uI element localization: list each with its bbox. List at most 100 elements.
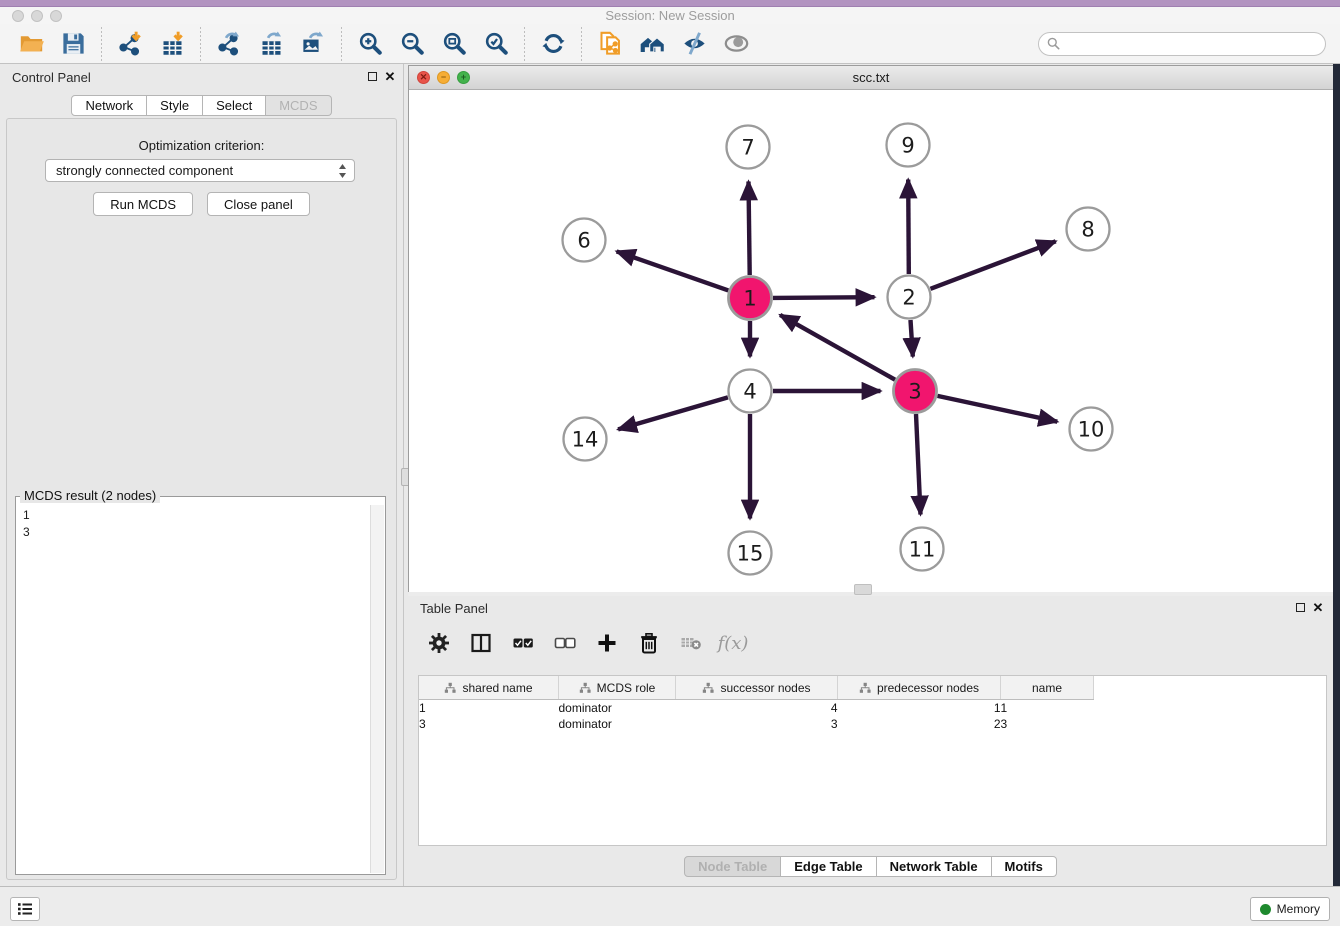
export-image-button[interactable]	[295, 27, 331, 61]
toolbar-separator	[581, 27, 582, 61]
node-15[interactable]: 15	[729, 532, 772, 575]
cell[interactable]: 4	[676, 700, 838, 717]
search-field[interactable]	[1038, 32, 1326, 56]
cell[interactable]: dominator	[559, 716, 676, 732]
column-header-MCDS-role[interactable]: MCDS role	[559, 676, 676, 700]
cell[interactable]: 3	[1001, 716, 1094, 732]
node-label: 6	[577, 229, 590, 253]
column-header-predecessor-nodes[interactable]: predecessor nodes	[838, 676, 1001, 700]
edge-2-3[interactable]	[911, 320, 913, 357]
splitter-handle-horizontal[interactable]	[854, 584, 872, 595]
import-table-button[interactable]	[154, 27, 190, 61]
edge-1-2[interactable]	[773, 297, 875, 298]
node-10[interactable]: 10	[1070, 408, 1113, 451]
task-history-button[interactable]	[10, 897, 40, 921]
column-header-shared-name[interactable]: shared name	[419, 676, 559, 700]
memory-button[interactable]: Memory	[1250, 897, 1330, 921]
zoom-fit-button[interactable]	[436, 27, 472, 61]
close-x-icon: ✕	[385, 70, 396, 83]
cell[interactable]: 3	[419, 716, 559, 732]
delete-column-trash-button[interactable]	[636, 630, 662, 656]
close-panel-button[interactable]: Close panel	[207, 192, 310, 216]
zoom-in-button[interactable]	[352, 27, 388, 61]
control-panel-tabs: NetworkStyleSelectMCDS	[0, 95, 403, 116]
tab-style[interactable]: Style	[147, 95, 203, 116]
tab-edge-table[interactable]: Edge Table	[781, 856, 876, 877]
node-1[interactable]: 1	[729, 277, 772, 320]
node-9[interactable]: 9	[887, 124, 930, 167]
search-icon	[1047, 37, 1060, 50]
table-panel-title: Table Panel	[420, 601, 488, 616]
close-x-icon: ✕	[1313, 601, 1324, 614]
import-network-button[interactable]	[112, 27, 148, 61]
node-11[interactable]: 11	[901, 528, 944, 571]
float-box-icon	[368, 72, 377, 81]
tab-select[interactable]: Select	[203, 95, 266, 116]
network-window-titlebar[interactable]: scc.txt ✕ − +	[409, 66, 1333, 90]
home-button[interactable]	[634, 27, 670, 61]
edge-1-6[interactable]	[617, 251, 729, 290]
criterion-dropdown[interactable]: strongly connected component	[45, 159, 355, 182]
tab-network[interactable]: Network	[71, 95, 147, 116]
close-table-panel-icon[interactable]: ✕	[1311, 600, 1325, 614]
node-7[interactable]: 7	[727, 126, 770, 169]
save-session-button[interactable]	[55, 27, 91, 61]
edge-2-8[interactable]	[931, 241, 1056, 288]
export-network-button[interactable]	[211, 27, 247, 61]
column-header-name[interactable]: name	[1001, 676, 1094, 700]
add-column-button[interactable]	[594, 630, 620, 656]
overview-eye-button[interactable]	[718, 27, 754, 61]
cell[interactable]: 1	[838, 700, 1001, 717]
delete-table-button[interactable]	[678, 630, 704, 656]
tab-network-table[interactable]: Network Table	[877, 856, 992, 877]
result-scrollbar[interactable]	[370, 505, 384, 873]
search-input[interactable]	[1065, 36, 1317, 52]
open-session-button[interactable]	[13, 27, 49, 61]
edge-2-9[interactable]	[908, 180, 909, 275]
network-file-button[interactable]	[592, 27, 628, 61]
edge-4-14[interactable]	[618, 397, 728, 429]
column-header-successor-nodes[interactable]: successor nodes	[676, 676, 838, 700]
node-14[interactable]: 14	[564, 418, 607, 461]
edge-3-10[interactable]	[938, 396, 1058, 422]
network-window-title: scc.txt	[409, 70, 1333, 85]
deselect-all-button[interactable]	[552, 630, 578, 656]
cell[interactable]: 1	[419, 700, 559, 717]
hide-details-button[interactable]	[676, 27, 712, 61]
node-2[interactable]: 2	[888, 276, 931, 319]
column-label: name	[1032, 681, 1062, 695]
edge-3-11[interactable]	[916, 414, 921, 515]
node-6[interactable]: 6	[563, 219, 606, 262]
toggle-panel-button[interactable]	[468, 630, 494, 656]
function-builder-fx-button[interactable]: f(x)	[720, 630, 746, 656]
cell[interactable]: 1	[1001, 700, 1094, 717]
node-8[interactable]: 8	[1067, 208, 1110, 251]
zoom-out-button[interactable]	[394, 27, 430, 61]
edge-1-7[interactable]	[749, 182, 750, 276]
network-file-icon	[597, 30, 624, 57]
run-mcds-button[interactable]: Run MCDS	[93, 192, 193, 216]
zoom-selected-button[interactable]	[478, 27, 514, 61]
mcds-result-textarea[interactable]: 13	[17, 505, 371, 873]
table-row[interactable]: 3dominator323	[419, 716, 1096, 732]
export-table-button[interactable]	[253, 27, 289, 61]
refresh-button[interactable]	[535, 27, 571, 61]
close-panel-icon[interactable]: ✕	[383, 69, 397, 83]
float-table-panel-icon[interactable]	[1293, 600, 1307, 614]
table-row[interactable]: 1dominator411	[419, 700, 1096, 717]
edge-3-1[interactable]	[780, 315, 895, 380]
tab-mcds[interactable]: MCDS	[266, 95, 331, 116]
cell[interactable]: dominator	[559, 700, 676, 717]
cell[interactable]: 2	[838, 716, 1001, 732]
tab-node-table[interactable]: Node Table	[684, 856, 781, 877]
tab-motifs[interactable]: Motifs	[992, 856, 1057, 877]
select-all-button[interactable]	[510, 630, 536, 656]
node-3[interactable]: 3	[894, 370, 937, 413]
refresh-icon	[540, 30, 567, 57]
toolbar-separator	[341, 27, 342, 61]
float-panel-icon[interactable]	[365, 69, 379, 83]
cell[interactable]: 3	[676, 716, 838, 732]
network-canvas[interactable]: 7 9 6 8 1 2 4 3 14 10 15 11	[409, 90, 1333, 592]
table-options-gear-button[interactable]	[426, 630, 452, 656]
node-4[interactable]: 4	[729, 370, 772, 413]
